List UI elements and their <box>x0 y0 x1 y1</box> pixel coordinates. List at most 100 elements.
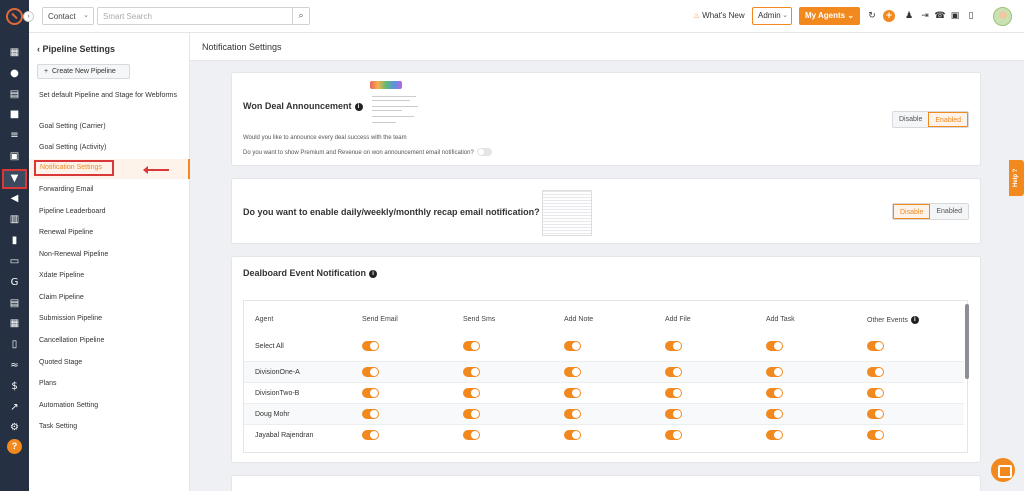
notification-toggle[interactable] <box>362 409 379 419</box>
sidebar-item-renewal-pipeline[interactable]: Renewal Pipeline <box>39 228 179 238</box>
notification-toggle[interactable] <box>564 367 581 377</box>
col-header-send-sms: Send Sms <box>463 316 496 323</box>
notification-toggle[interactable] <box>766 409 783 419</box>
notification-toggle[interactable] <box>362 388 379 398</box>
calculator-icon[interactable]: ▤ <box>8 297 21 310</box>
notification-toggle[interactable] <box>766 367 783 377</box>
sidebar-item-xdate-pipeline[interactable]: Xdate Pipeline <box>39 271 179 281</box>
settings-gear-icon[interactable]: ⚙ <box>8 421 21 434</box>
phone-icon[interactable]: ☎ <box>934 10 946 22</box>
my-agents-button[interactable]: My Agents ⌄ <box>799 7 860 25</box>
chip-icon[interactable]: ▣ <box>949 10 961 22</box>
pipeline-funnel-icon[interactable]: ▼ <box>2 169 27 189</box>
sidebar-item-cancellation-pipeline[interactable]: Cancellation Pipeline <box>39 336 179 346</box>
documents-icon[interactable]: ▤ <box>8 88 21 101</box>
mobile-icon[interactable]: ▯ <box>965 10 977 22</box>
dashboard-icon[interactable]: ▦ <box>8 46 21 59</box>
back-to-pipeline-settings[interactable]: ‹ Pipeline Settings <box>37 44 115 54</box>
module-select-value: Contact <box>48 12 76 21</box>
help-question-icon[interactable]: ? <box>7 439 22 454</box>
logout-icon[interactable]: ⇥ <box>919 10 931 22</box>
won-deal-title: Won Deal Announcement i <box>243 101 363 111</box>
notification-toggle[interactable] <box>665 409 682 419</box>
sidebar-item-plans[interactable]: Plans <box>39 379 179 389</box>
reports-icon[interactable]: ▮ <box>8 234 21 247</box>
sidebar-item-automation-setting[interactable]: Automation Setting <box>39 401 179 411</box>
sidebar-item-default-pipeline[interactable]: Set default Pipeline and Stage for Webfo… <box>39 91 179 101</box>
notification-toggle[interactable] <box>564 341 581 351</box>
icon-rail: › ▦ ● ▤ ■ ≡ ▣ ▼ ◀ ▥ ▮ ▭ G ▤ ▦ ▯ ≈ $ ↗ ⚙ … <box>0 0 34 491</box>
sidebar-item-forwarding-email[interactable]: Forwarding Email <box>39 185 179 195</box>
recap-disable-button[interactable]: Disable <box>893 204 931 219</box>
recap-enabled-button[interactable]: Enabled <box>930 204 969 219</box>
sidebar-item-goal-carrier[interactable]: Goal Setting (Carrier) <box>39 122 179 132</box>
id-card-icon[interactable]: ▣ <box>8 150 21 163</box>
notification-toggle[interactable] <box>564 388 581 398</box>
sidebar-item-submission-pipeline[interactable]: Submission Pipeline <box>39 314 179 324</box>
brand-logo-icon[interactable] <box>6 8 23 25</box>
notification-toggle[interactable] <box>766 388 783 398</box>
search-icon[interactable]: ⌕ <box>292 7 310 25</box>
sidebar-item-goal-activity[interactable]: Goal Setting (Activity) <box>39 143 179 153</box>
clipboard-icon[interactable]: ▯ <box>8 338 21 351</box>
won-deal-disable-button[interactable]: Disable <box>893 112 929 127</box>
info-icon[interactable]: i <box>910 316 919 324</box>
user-avatar[interactable] <box>993 7 1012 26</box>
refresh-icon[interactable]: ↻ <box>866 10 878 22</box>
sidebar-item-quoted-stage[interactable]: Quoted Stage <box>39 358 179 368</box>
sidebar-item-non-renewal-pipeline[interactable]: Non-Renewal Pipeline <box>39 250 179 260</box>
dollar-icon[interactable]: $ <box>8 380 21 393</box>
recap-title-text: Do you want to enable daily/weekly/month… <box>243 207 540 217</box>
notification-toggle[interactable] <box>463 388 480 398</box>
notes-icon[interactable]: ▥ <box>8 213 21 226</box>
notification-toggle[interactable] <box>867 367 884 377</box>
notification-toggle[interactable] <box>362 367 379 377</box>
notification-toggle[interactable] <box>867 430 884 440</box>
folder-icon[interactable]: ▭ <box>8 255 21 268</box>
won-deal-enabled-button[interactable]: Enabled <box>928 112 969 127</box>
role-select[interactable]: Admin ⌄ <box>752 7 792 25</box>
analytics-icon[interactable]: ↗ <box>8 401 21 414</box>
info-icon[interactable]: i <box>354 103 363 111</box>
create-new-pipeline-button[interactable]: + Create New Pipeline <box>37 64 130 79</box>
notification-toggle[interactable] <box>665 388 682 398</box>
notification-toggle[interactable] <box>867 388 884 398</box>
notification-toggle[interactable] <box>867 409 884 419</box>
notification-toggle[interactable] <box>362 430 379 440</box>
handshake-icon[interactable]: ≈ <box>8 359 21 372</box>
premium-revenue-toggle[interactable] <box>476 148 492 156</box>
notification-toggle[interactable] <box>665 430 682 440</box>
notification-toggle[interactable] <box>463 367 480 377</box>
user-settings-icon[interactable]: ♟ <box>903 10 915 22</box>
whats-new-link[interactable]: ♨ What's New <box>693 11 745 20</box>
megaphone-icon[interactable]: ◀ <box>8 192 21 205</box>
sidebar-item-pipeline-leaderboard[interactable]: Pipeline Leaderboard <box>39 207 179 217</box>
contacts-icon[interactable]: ● <box>8 67 21 80</box>
sidebar-item-task-setting[interactable]: Task Setting <box>39 422 179 432</box>
google-icon[interactable]: G <box>8 276 21 289</box>
notification-toggle[interactable] <box>564 409 581 419</box>
sidebar-item-claim-pipeline[interactable]: Claim Pipeline <box>39 293 179 303</box>
briefcase-icon[interactable]: ■ <box>8 108 21 121</box>
notification-toggle[interactable] <box>463 341 480 351</box>
notification-toggle[interactable] <box>766 430 783 440</box>
smart-search-input[interactable]: Smart Search <box>97 7 293 25</box>
module-select[interactable]: Contact ⌄ <box>42 7 94 25</box>
table-scrollbar[interactable] <box>965 304 969 379</box>
notification-toggle[interactable] <box>665 341 682 351</box>
calendar-icon[interactable]: ▦ <box>8 317 21 330</box>
list-icon[interactable]: ≡ <box>8 129 21 142</box>
help-tab[interactable]: Help ? <box>1009 160 1024 196</box>
notification-toggle[interactable] <box>665 367 682 377</box>
chat-launcher-icon[interactable] <box>991 458 1015 482</box>
add-plus-icon[interactable]: + <box>883 10 895 22</box>
notification-toggle[interactable] <box>463 409 480 419</box>
notification-toggle[interactable] <box>463 430 480 440</box>
collapse-rail-button[interactable]: › <box>23 11 34 22</box>
notification-toggle[interactable] <box>362 341 379 351</box>
notification-toggle[interactable] <box>766 341 783 351</box>
sidebar-item-notification-settings[interactable]: Notification Settings <box>34 160 114 176</box>
notification-toggle[interactable] <box>564 430 581 440</box>
info-icon[interactable]: i <box>369 270 378 278</box>
notification-toggle[interactable] <box>867 341 884 351</box>
